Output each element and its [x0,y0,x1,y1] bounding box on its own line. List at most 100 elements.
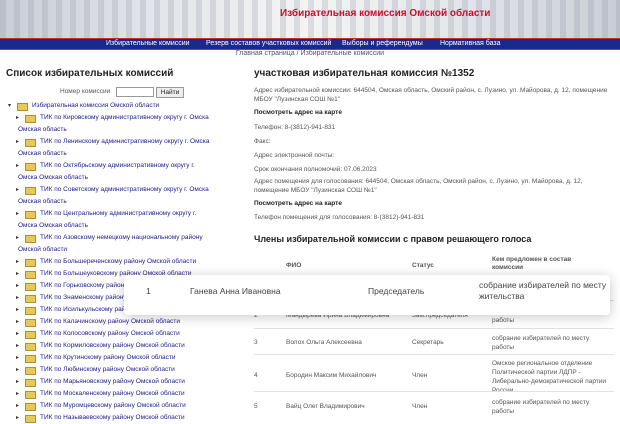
expand-right-icon[interactable]: ▸ [16,388,19,400]
banner-background-image [0,0,620,38]
expand-right-icon[interactable]: ▸ [16,352,19,364]
site-title: Избирательная комиссия Омской области [280,8,491,19]
breadcrumb-current: Избирательные комиссии [300,50,385,57]
expand-right-icon[interactable]: ▸ [16,364,19,376]
expand-right-icon[interactable]: ▸ [16,292,19,304]
tree-item-label[interactable]: ТИК по Колосовскому району Омской област… [40,328,180,340]
expand-down-icon[interactable]: ▾ [8,100,11,112]
tree-item-label[interactable]: ТИК по Москаленскому району Омской облас… [40,388,185,400]
tree-item-label[interactable]: Омской области [18,246,67,253]
expand-right-icon[interactable]: ▸ [16,232,19,244]
tree-item-label[interactable]: ТИК по Кировскому административному окру… [40,112,209,124]
tree-item-label[interactable]: ТИК по Ленинскому административному окру… [40,136,209,148]
tree-item-continuation[interactable]: Омской области [18,244,226,256]
breadcrumb-home[interactable]: Главная страница [236,50,295,57]
commission-fax: Факс: [254,138,271,145]
expand-right-icon[interactable]: ▸ [16,112,19,124]
expand-right-icon[interactable]: ▸ [16,412,19,424]
tree-item-continuation[interactable]: Омска Омская область [18,172,226,184]
commission-number-input[interactable] [116,87,154,97]
folder-icon [25,319,36,327]
voting-address: Адрес помещения для голосования: 644504,… [254,178,583,194]
folder-icon [25,283,36,291]
map-link-commission[interactable]: Посмотреть адрес на карте [254,108,614,117]
tree-item-label[interactable]: Омска Омская область [18,222,88,229]
tree-item-label[interactable]: ТИК по Любинскому району Омской области [40,364,175,376]
folder-icon [25,271,36,279]
nav-item-commissions[interactable]: Избирательные комиссии [106,39,190,49]
folder-icon [25,391,36,399]
commission-detail-panel: участковая избирательная комиссия №1352 … [254,68,614,244]
member-proposed-by: собрание избирателей по месту работы [492,335,590,351]
commission-title: участковая избирательная комиссия №1352 [254,68,475,79]
folder-icon [25,403,36,411]
member-name: Ганева Анна Ивановна [190,286,281,296]
expand-right-icon[interactable]: ▸ [16,328,19,340]
expand-right-icon[interactable]: ▸ [16,304,19,316]
expand-right-icon[interactable]: ▸ [16,256,19,268]
tree-item-continuation[interactable]: Омская область [18,148,226,160]
commission-list-title: Список избирательных комиссий [6,68,174,79]
expand-right-icon[interactable]: ▸ [16,316,19,328]
tree-item-label[interactable]: ТИК по Кормиловскому району Омской облас… [40,340,185,352]
tree-item-label[interactable]: ТИК по Центральному административному ок… [40,208,196,220]
tree-item-label[interactable]: ТИК по Октябрьскому административному ок… [40,160,195,172]
folder-icon [25,367,36,375]
commission-search: Номер комиссии Найти [60,87,230,98]
breadcrumb-separator: / [296,50,299,57]
row-number: 3 [254,339,258,346]
member-status: Член [412,372,428,379]
folder-icon [25,295,36,303]
tree-item-label[interactable]: Омская область [18,198,67,205]
find-button[interactable]: Найти [156,87,184,98]
member-name: Волох Ольга Алексеевна [286,339,362,346]
tree-item-label[interactable]: ТИК по Муромцевскому району Омской облас… [40,400,186,412]
tree-item-label[interactable]: Избирательная комиссия Омской области [32,100,159,112]
tree-item-label[interactable]: ТИК по Крутинскому району Омской области [40,352,176,364]
tree-item-label[interactable]: Омская область [18,126,67,133]
expand-right-icon[interactable]: ▸ [16,184,19,196]
tree-item-label[interactable]: ТИК по Советскому административному окру… [40,184,209,196]
map-link-voting[interactable]: Посмотреть адрес на карте [254,199,614,208]
member-name: Вайц Олег Владимирович [286,403,365,410]
expand-right-icon[interactable]: ▸ [16,376,19,388]
tree-item-label[interactable]: ТИК по Азовскому немецкому национальному… [40,232,203,244]
commission-email: Адрес электронной почты: [254,152,335,159]
expand-right-icon[interactable]: ▸ [16,136,19,148]
folder-icon [25,139,36,147]
tree-item-label[interactable]: ТИК по Называевскому району Омской облас… [40,412,185,424]
tree-item-label[interactable]: Омская область [18,150,67,157]
tree-item-label[interactable]: ТИК по Марьяновскому району Омской облас… [40,376,185,388]
table-row-divider [254,328,614,329]
row-number: 4 [254,372,258,379]
expand-right-icon[interactable]: ▸ [16,340,19,352]
expand-right-icon[interactable]: ▸ [16,208,19,220]
tree-item-continuation[interactable]: Омская область [18,124,226,136]
folder-icon [25,343,36,351]
tree-item-continuation[interactable]: Омска Омская область [18,220,226,232]
member-name: Бородин Максим Михайлович [286,372,377,379]
highlighted-member-row[interactable]: 1 Ганева Анна Ивановна Председатель собр… [124,275,610,315]
nav-item-elections[interactable]: Выборы и референдумы [342,39,423,49]
expand-right-icon[interactable]: ▸ [16,280,19,292]
folder-icon [25,211,36,219]
nav-item-normative[interactable]: Нормативная база [440,39,501,49]
folder-icon [25,307,36,315]
folder-icon [25,379,36,387]
expand-right-icon[interactable]: ▸ [16,160,19,172]
tree-item-label[interactable]: ТИК по Большереченскому району Омской об… [40,256,196,268]
row-number: 1 [146,286,151,296]
folder-icon [25,115,36,123]
expand-right-icon[interactable]: ▸ [16,268,19,280]
folder-icon [25,235,36,243]
main-nav: Избирательные комиссии Резерв составов у… [0,38,620,50]
commission-address: Адрес избирательной комиссии: 644504, Ом… [254,87,608,103]
tree-item-label[interactable]: ТИК по Калачинскому району Омской област… [40,316,180,328]
member-status: Секретарь [412,339,444,346]
tree-item-continuation[interactable]: Омская область [18,196,226,208]
folder-icon [25,187,36,195]
expand-right-icon[interactable]: ▸ [16,400,19,412]
table-row-divider [254,354,614,355]
tree-item-label[interactable]: Омска Омская область [18,174,88,181]
nav-item-reserve[interactable]: Резерв составов участковых комиссий [206,39,331,49]
